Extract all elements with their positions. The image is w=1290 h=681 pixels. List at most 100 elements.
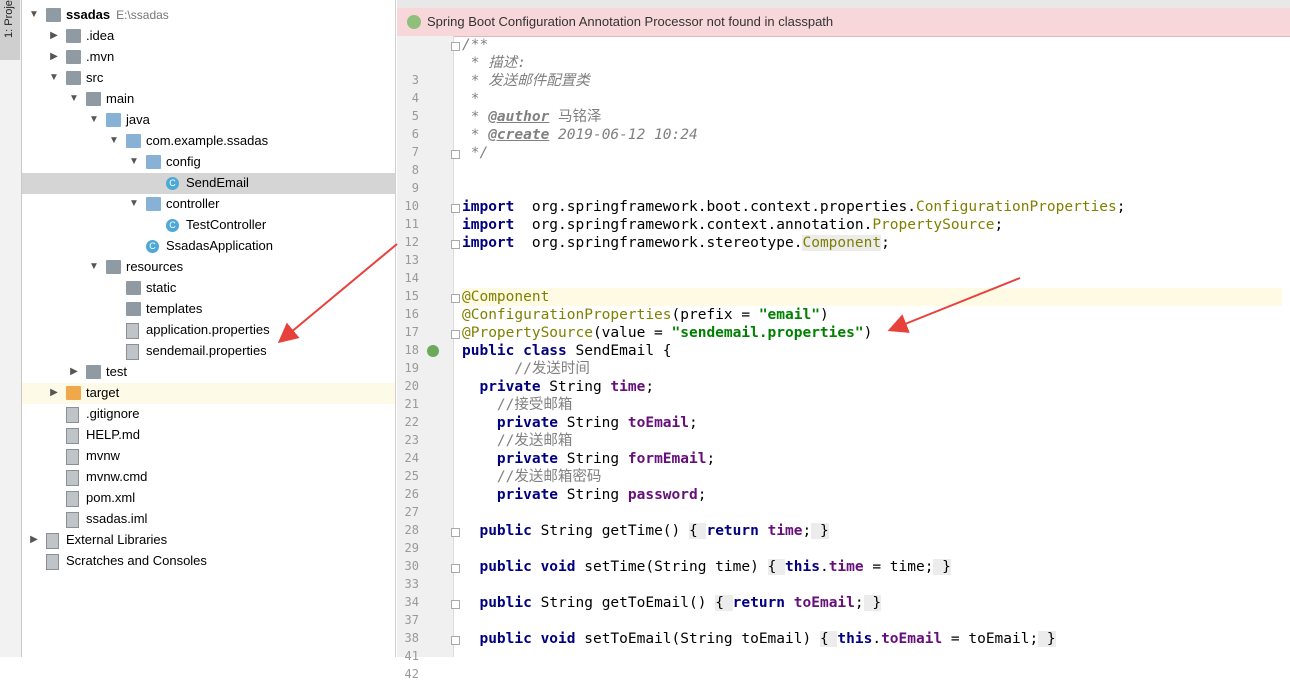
tree-item[interactable]: HELP.md: [22, 425, 395, 446]
code-token: ): [819, 307, 829, 323]
tree-item[interactable]: static: [22, 278, 395, 299]
fold-marker-icon[interactable]: [451, 600, 460, 609]
code-line[interactable]: * 发送邮件配置类: [462, 72, 1282, 90]
tree-item[interactable]: templates: [22, 299, 395, 320]
code-line[interactable]: */: [462, 144, 1282, 162]
code-token: private: [496, 487, 559, 503]
code-line[interactable]: //发送邮箱密码: [462, 468, 1282, 486]
code-line[interactable]: public void setTime(String time) { this.…: [462, 558, 1282, 576]
line-number: 24: [404, 451, 419, 465]
fold-marker-icon[interactable]: [451, 150, 460, 159]
tree-item[interactable]: pom.xml: [22, 488, 395, 509]
expanded-chevron-icon[interactable]: ▼: [68, 93, 80, 105]
tree-item[interactable]: ▼ src: [22, 68, 395, 89]
tree-item[interactable]: ▶ .mvn: [22, 47, 395, 68]
code-line[interactable]: public String getToEmail() { return toEm…: [462, 594, 1282, 612]
tree-item[interactable]: ▼ controller: [22, 194, 395, 215]
fold-marker-icon[interactable]: [451, 294, 460, 303]
line-number: 26: [404, 487, 419, 501]
project-tool-tab[interactable]: 1: Project: [0, 0, 20, 60]
tree-item[interactable]: ▶ target: [22, 383, 395, 404]
code-line[interactable]: import org.springframework.boot.context.…: [462, 198, 1282, 216]
fold-marker-icon[interactable]: [451, 636, 460, 645]
collapsed-chevron-icon[interactable]: ▶: [48, 387, 60, 399]
tree-item[interactable]: C SsadasApplication: [22, 236, 395, 257]
line-number: 4: [411, 91, 419, 105]
fold-marker-icon[interactable]: [451, 204, 460, 213]
code-line[interactable]: [462, 504, 1282, 522]
maven-icon: [66, 491, 79, 507]
tree-item[interactable]: ▶ External Libraries: [22, 530, 395, 551]
code-line[interactable]: import org.springframework.stereotype.Co…: [462, 234, 1282, 252]
code-line[interactable]: //接受邮箱: [462, 396, 1282, 414]
code-line[interactable]: [462, 162, 1282, 180]
code-token: "sendemail.properties": [671, 325, 864, 341]
code-line[interactable]: public String getTime() { return time; }: [462, 522, 1282, 540]
code-line[interactable]: //发送邮箱: [462, 432, 1282, 450]
code-line[interactable]: //发送时间: [462, 360, 1282, 378]
code-line[interactable]: private String password;: [462, 486, 1282, 504]
collapsed-chevron-icon[interactable]: ▶: [48, 51, 60, 63]
code-line[interactable]: private String toEmail;: [462, 414, 1282, 432]
tree-item[interactable]: ▼ java: [22, 110, 395, 131]
code-line[interactable]: * 描述:: [462, 54, 1282, 72]
code-line[interactable]: @PropertySource(value = "sendemail.prope…: [462, 324, 1282, 342]
fold-marker-icon[interactable]: [451, 240, 460, 249]
line-number: 22: [404, 415, 419, 429]
code-line[interactable]: [462, 270, 1282, 288]
code-line[interactable]: * @create 2019-06-12 10:24: [462, 126, 1282, 144]
tree-item[interactable]: mvnw.cmd: [22, 467, 395, 488]
collapsed-chevron-icon[interactable]: ▶: [28, 534, 40, 546]
spring-bean-gutter-icon[interactable]: [427, 345, 439, 357]
code-token: toEmail: [627, 415, 689, 431]
code-line[interactable]: public class SendEmail {: [462, 342, 1282, 360]
code-line[interactable]: @Component: [462, 288, 1282, 306]
fold-marker-icon[interactable]: [451, 528, 460, 537]
tree-item[interactable]: ▼ com.example.ssadas: [22, 131, 395, 152]
code-line[interactable]: *: [462, 90, 1282, 108]
code-line[interactable]: [462, 576, 1282, 594]
tree-item[interactable]: ▼ ssadas E:\ssadas: [22, 5, 395, 26]
tree-item[interactable]: application.properties: [22, 320, 395, 341]
code-line[interactable]: public void setToEmail(String toEmail) {…: [462, 630, 1282, 648]
code-line[interactable]: private String formEmail;: [462, 450, 1282, 468]
code-line[interactable]: * @author 马铭泽: [462, 108, 1282, 126]
expanded-chevron-icon[interactable]: ▼: [128, 156, 140, 168]
expanded-chevron-icon[interactable]: ▼: [28, 9, 40, 21]
tree-item[interactable]: ▶ .idea: [22, 26, 395, 47]
expanded-chevron-icon[interactable]: ▼: [128, 198, 140, 210]
code-line[interactable]: private String time;: [462, 378, 1282, 396]
expanded-chevron-icon[interactable]: ▼: [48, 72, 60, 84]
fold-marker-icon[interactable]: [451, 330, 460, 339]
tree-item[interactable]: Scratches and Consoles: [22, 551, 395, 572]
collapsed-chevron-icon[interactable]: ▶: [68, 366, 80, 378]
tree-item[interactable]: .gitignore: [22, 404, 395, 425]
tree-item-label: SsadasApplication: [166, 238, 273, 253]
code-line[interactable]: [462, 252, 1282, 270]
tree-item[interactable]: mvnw: [22, 446, 395, 467]
code-line[interactable]: [462, 540, 1282, 558]
fold-marker-icon[interactable]: [451, 42, 460, 51]
tree-item[interactable]: ▼ resources: [22, 257, 395, 278]
tree-item[interactable]: C SendEmail: [22, 173, 395, 194]
tree-item[interactable]: sendemail.properties: [22, 341, 395, 362]
tree-item[interactable]: ▼ main: [22, 89, 395, 110]
code-line[interactable]: /**: [462, 36, 1282, 54]
tree-item[interactable]: C TestController: [22, 215, 395, 236]
markdown-file-icon: [66, 428, 79, 444]
code-line[interactable]: [462, 612, 1282, 630]
tree-item[interactable]: ▶ test: [22, 362, 395, 383]
fold-marker-icon[interactable]: [451, 564, 460, 573]
warning-text: Spring Boot Configuration Annotation Pro…: [427, 14, 834, 29]
code-token: }: [933, 559, 951, 575]
expanded-chevron-icon[interactable]: ▼: [88, 261, 100, 273]
code-line[interactable]: import org.springframework.context.annot…: [462, 216, 1282, 234]
code-line[interactable]: [462, 180, 1282, 198]
tree-item[interactable]: ssadas.iml: [22, 509, 395, 530]
collapsed-chevron-icon[interactable]: ▶: [48, 30, 60, 42]
tree-item[interactable]: ▼ config: [22, 152, 395, 173]
code-token: ;: [697, 487, 707, 503]
code-line[interactable]: @ConfigurationProperties(prefix = "email…: [462, 306, 1282, 324]
expanded-chevron-icon[interactable]: ▼: [88, 114, 100, 126]
expanded-chevron-icon[interactable]: ▼: [108, 135, 120, 147]
